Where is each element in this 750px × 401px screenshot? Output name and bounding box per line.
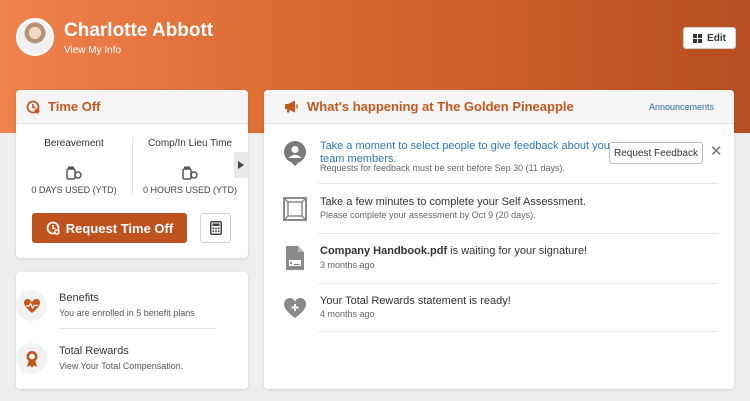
feed-text-rest: is waiting for your signature!: [447, 245, 588, 257]
category-used: 0 DAYS USED (YTD): [31, 185, 117, 195]
heart-pulse-icon: [16, 290, 47, 321]
benefits-divider: [59, 328, 216, 329]
edit-button[interactable]: Edit: [683, 27, 736, 49]
feed-subtext: 4 months ago: [320, 309, 375, 319]
user-name: Charlotte Abbott: [64, 20, 214, 41]
clock-plus-icon: [46, 221, 60, 235]
request-time-off-button[interactable]: Request Time Off: [32, 213, 187, 243]
benefit-subtitle: You are enrolled in 5 benefit plans: [59, 308, 195, 318]
time-off-title: Time Off: [48, 99, 101, 114]
time-off-card: Time Off Bereavement 0 DAYS USED (YTD) C…: [16, 90, 248, 258]
next-arrow-button[interactable]: [234, 152, 248, 178]
feed-subtext: 3 months ago: [320, 260, 375, 270]
benefit-title: Benefits: [59, 292, 99, 304]
request-feedback-button[interactable]: Request Feedback: [609, 142, 703, 164]
feed-text: Company Handbook.pdf is waiting for your…: [320, 245, 587, 258]
request-time-off-label: Request Time Off: [65, 220, 174, 236]
announcements-link[interactable]: Announcements: [649, 102, 714, 112]
time-off-category-bereavement[interactable]: Bereavement 0 DAYS USED (YTD): [16, 135, 132, 195]
feed-text-line1: Take a moment to select people to give f…: [320, 140, 614, 152]
feed-title: What's happening at The Golden Pineapple: [307, 99, 574, 114]
category-used: 0 HOURS USED (YTD): [142, 185, 237, 195]
megaphone-icon: [285, 100, 298, 113]
feed-subtext: Requests for feedback must be sent befor…: [320, 163, 565, 173]
handbook-filename[interactable]: Company Handbook.pdf: [320, 245, 447, 257]
company-feed-card: What's happening at The Golden Pineapple…: [264, 90, 734, 389]
benefit-title: Total Rewards: [59, 345, 129, 357]
user-avatar[interactable]: [16, 18, 54, 56]
edit-label: Edit: [707, 32, 726, 44]
pill-bottle-icon: [182, 166, 198, 180]
calculator-icon: [209, 221, 222, 235]
feed-divider: [318, 331, 718, 332]
signature-document-icon: [286, 246, 304, 270]
award-ribbon-icon: [16, 343, 47, 374]
feed-divider: [318, 183, 718, 184]
benefits-row[interactable]: Benefits You are enrolled in 5 benefit p…: [16, 290, 216, 330]
heart-plus-icon: [284, 298, 306, 318]
benefit-subtitle: View Your Total Compensation.: [59, 361, 184, 371]
close-icon[interactable]: ✕: [710, 144, 723, 159]
chevron-right-icon: [238, 161, 244, 169]
total-rewards-row[interactable]: Total Rewards View Your Total Compensati…: [16, 343, 216, 383]
time-off-category-comp[interactable]: Comp/In Lieu Time 0 HOURS USED (YTD): [132, 135, 248, 195]
calculator-button[interactable]: [200, 213, 231, 243]
feed-text: Take a few minutes to complete your Self…: [320, 196, 586, 208]
feed-divider: [318, 233, 718, 234]
grid-icon: [693, 33, 703, 43]
framed-picture-icon: [283, 197, 307, 221]
feed-text: Your Total Rewards statement is ready!: [320, 295, 511, 307]
pill-bottle-icon: [66, 166, 82, 180]
person-feedback-icon: [284, 141, 306, 166]
feed-subtext: Please complete your assessment by Oct 9…: [320, 210, 536, 220]
clock-arrow-icon: [26, 100, 40, 113]
view-my-info-link[interactable]: View My Info: [64, 45, 121, 56]
feed-divider: [318, 283, 718, 284]
category-name: Comp/In Lieu Time: [148, 138, 232, 149]
time-off-header: Time Off: [16, 90, 248, 124]
category-name: Bereavement: [44, 138, 104, 149]
